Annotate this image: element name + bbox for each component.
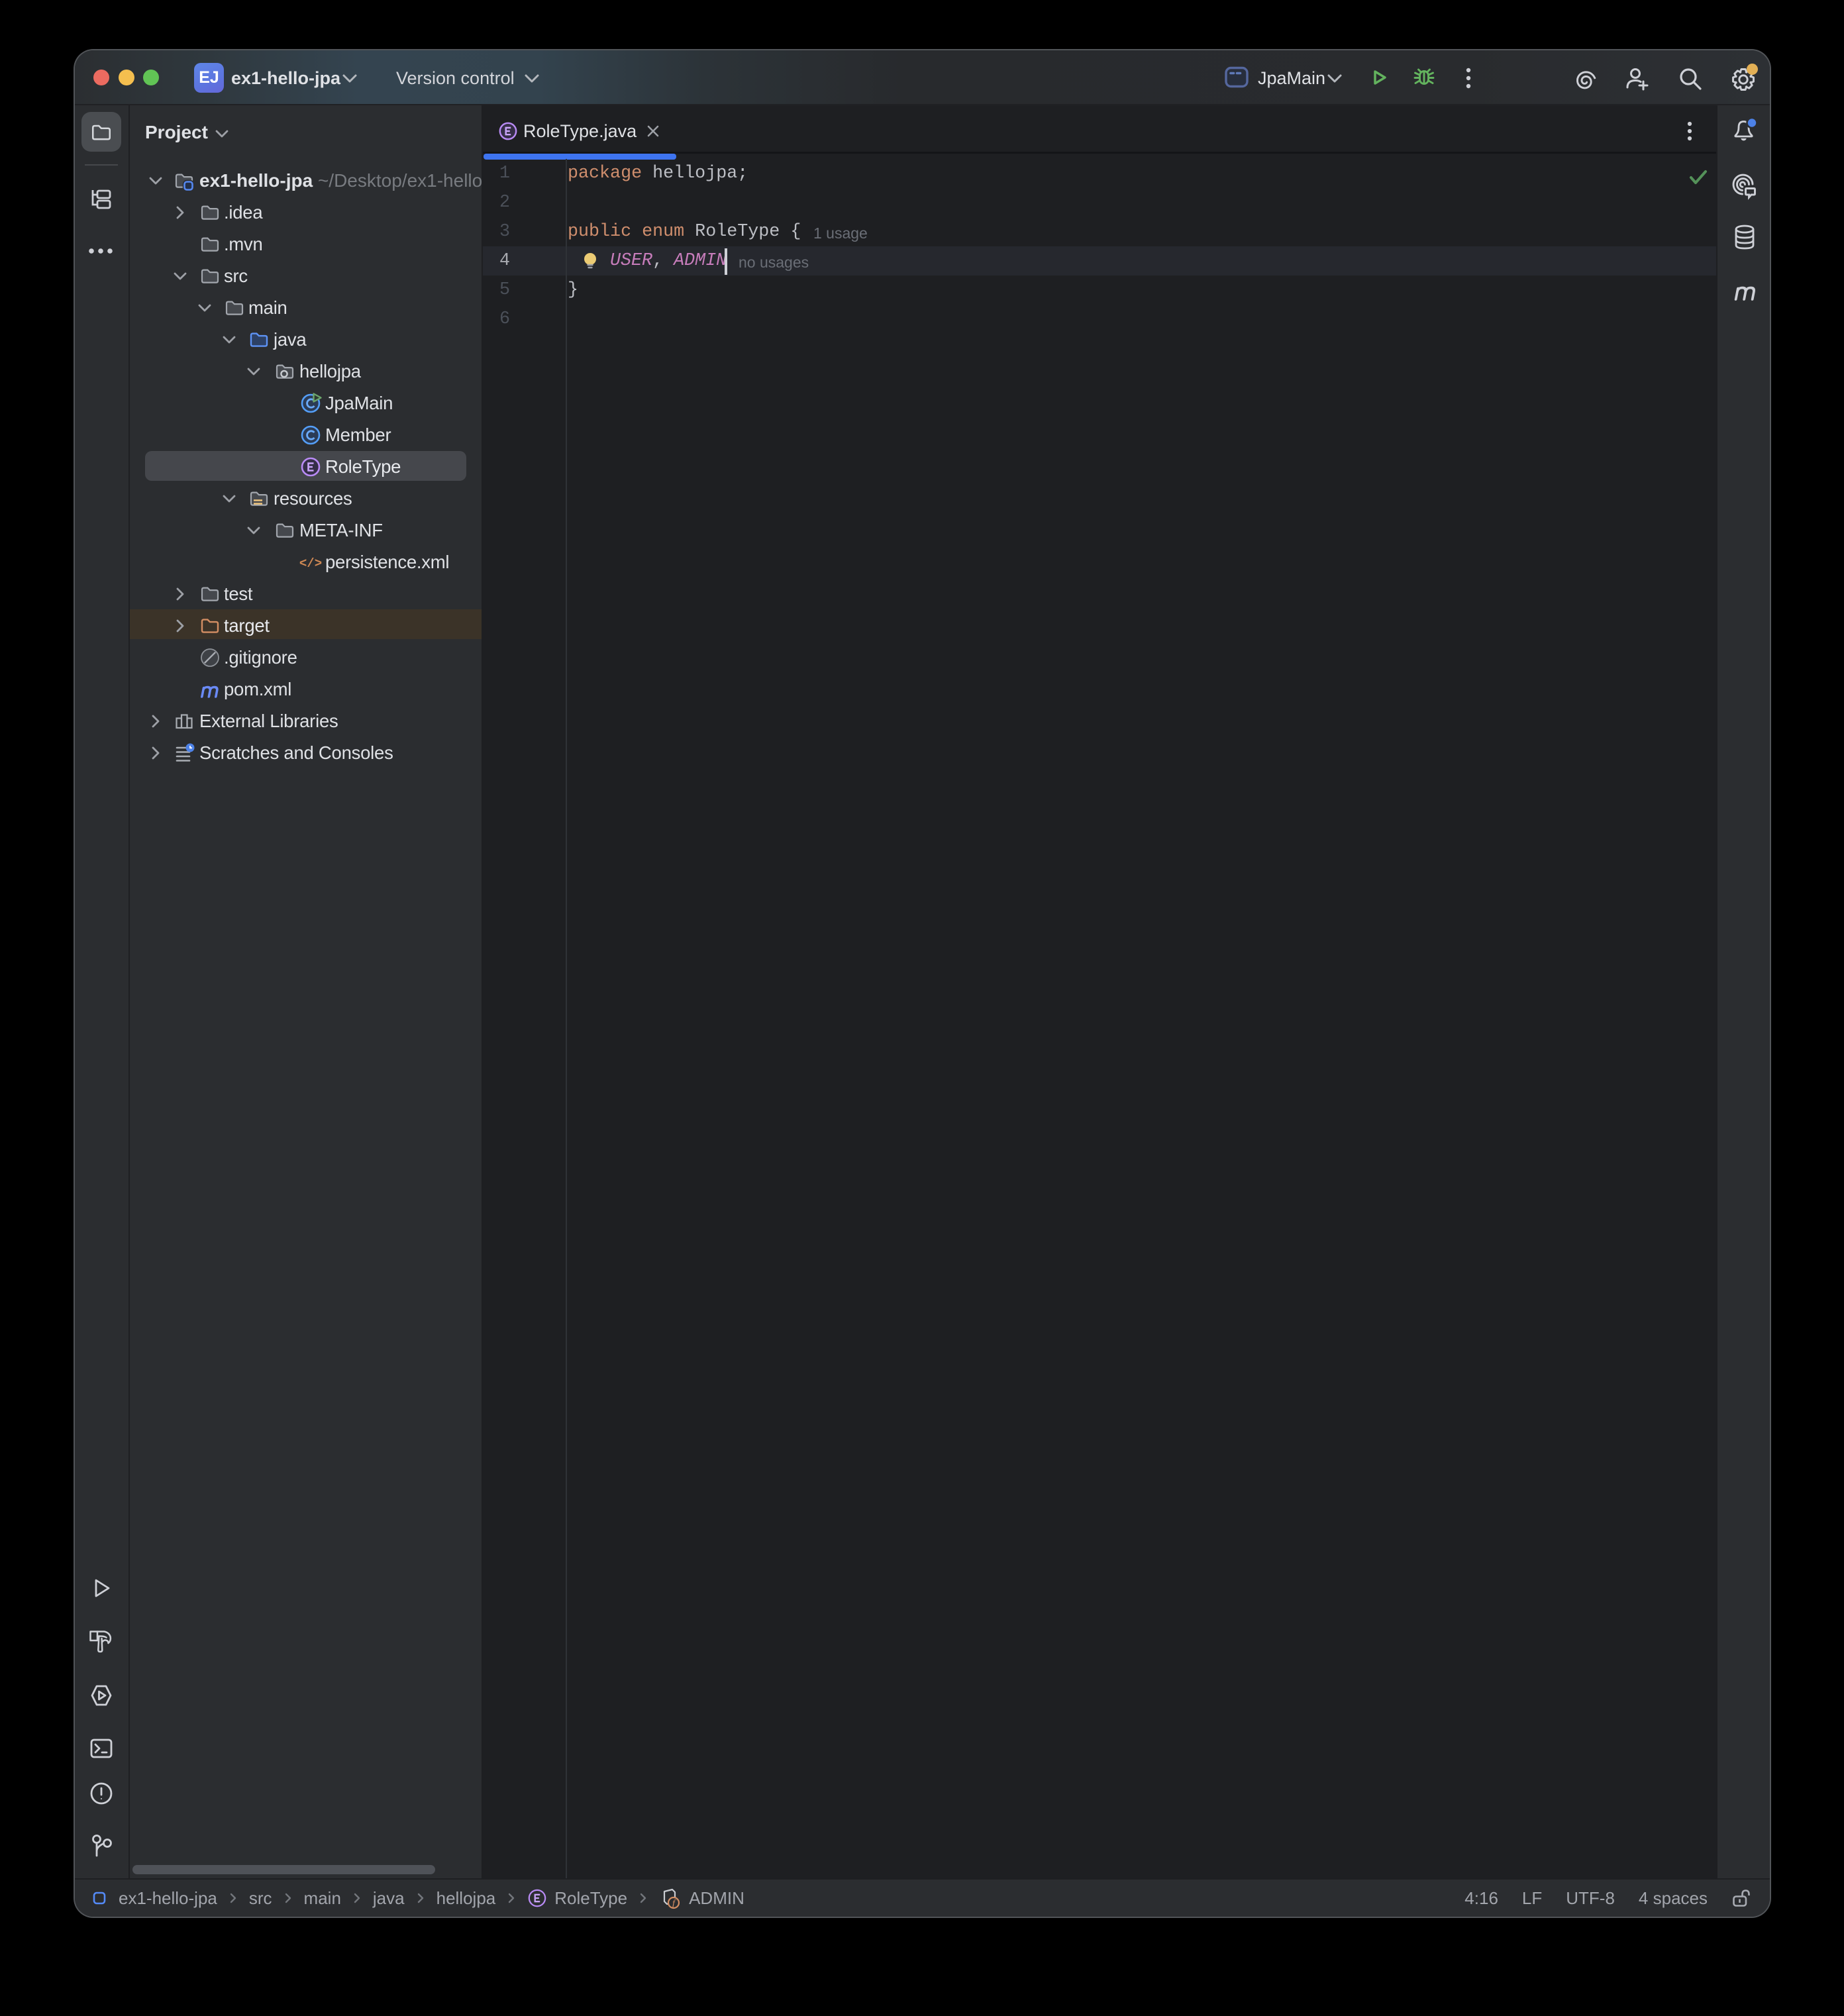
svg-text:</>: </> bbox=[299, 556, 322, 571]
